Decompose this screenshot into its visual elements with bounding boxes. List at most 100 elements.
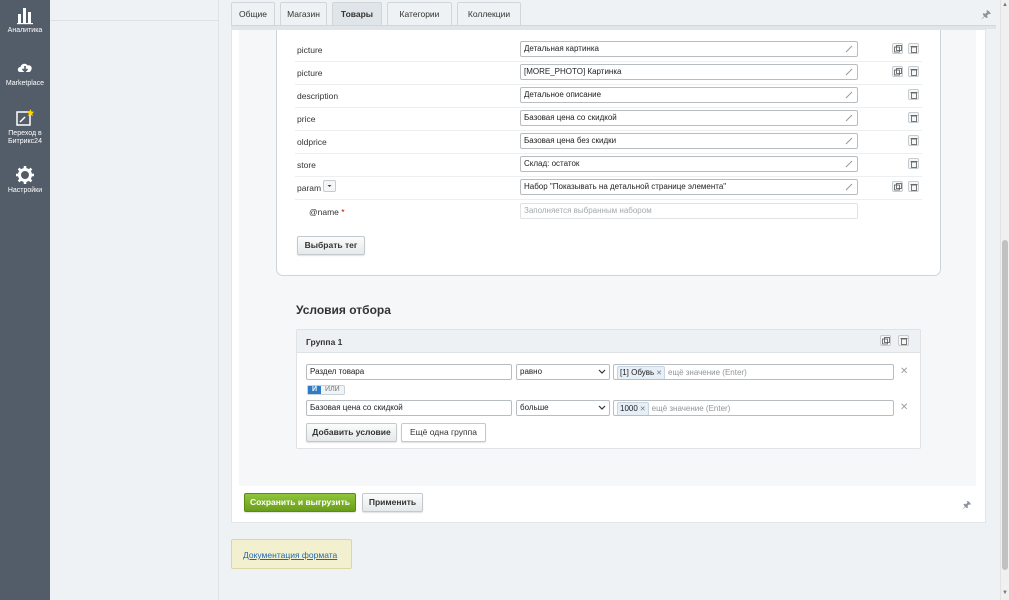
field-row: description Детальное описание xyxy=(295,85,922,108)
logic-and[interactable]: И xyxy=(308,386,322,394)
field-value-input: Заполняется выбранным набором xyxy=(520,203,858,219)
copy-button[interactable] xyxy=(892,181,903,192)
param-dropdown[interactable] xyxy=(323,180,336,192)
field-value: Склад: остаток xyxy=(524,159,580,168)
form-panel: picture Детальная картинка picture [MORE… xyxy=(231,29,986,523)
chevron-down-icon xyxy=(598,405,606,410)
trash-icon xyxy=(900,338,908,345)
field-value: Базовая цена со скидкой xyxy=(524,113,617,122)
doc-box: Документация формата xyxy=(231,539,352,569)
field-value-input[interactable]: Базовая цена без скидки xyxy=(520,133,858,149)
nav-label-marketplace: Marketplace xyxy=(5,80,45,87)
tab-categories[interactable]: Категории xyxy=(387,2,452,26)
remove-condition-icon[interactable]: ✕ xyxy=(900,402,908,413)
delete-button[interactable] xyxy=(908,112,919,123)
condition-operator-select[interactable]: больше xyxy=(516,400,610,416)
field-name: picture xyxy=(297,45,323,55)
cloud-download-icon xyxy=(17,63,32,73)
field-value-input[interactable]: Склад: остаток xyxy=(520,156,858,172)
field-value: Детальная картинка xyxy=(524,44,599,53)
operator-value: больше xyxy=(520,403,549,412)
form-section: picture Детальная картинка picture [MORE… xyxy=(239,30,976,486)
copy-button[interactable] xyxy=(892,43,903,54)
trash-icon xyxy=(910,161,918,168)
delete-button[interactable] xyxy=(908,158,919,169)
condition-values-input[interactable]: [1] Обувь ✕ ещё значение (Enter) xyxy=(613,364,894,380)
field-value: [MORE_PHOTO] Картинка xyxy=(524,67,622,76)
scrollbar[interactable]: ▲ ▼ xyxy=(1000,0,1009,600)
trash-icon xyxy=(910,138,918,145)
tag-label: 1000 xyxy=(620,404,638,413)
required-mark: * xyxy=(341,207,345,217)
tab-products[interactable]: Товары xyxy=(332,2,382,26)
nav-item-analytics[interactable]: Аналитика xyxy=(0,5,50,35)
field-value-input[interactable]: [MORE_PHOTO] Картинка xyxy=(520,64,858,80)
fields-mapping-box: picture Детальная картинка picture [MORE… xyxy=(276,30,941,276)
condition-values-input[interactable]: 1000 ✕ ещё значение (Enter) xyxy=(613,400,894,416)
save-and-export-button[interactable]: Сохранить и выгрузить xyxy=(244,493,356,512)
nav-item-bitrix24[interactable]: Переход в Битрикс24 xyxy=(0,108,50,146)
condition-field-input[interactable]: Раздел товара xyxy=(306,364,512,380)
trash-icon xyxy=(910,46,918,53)
condition-field-input[interactable]: Базовая цена со скидкой xyxy=(306,400,512,416)
scroll-thumb[interactable] xyxy=(1002,240,1008,570)
add-group-button[interactable]: Ещё одна группа xyxy=(401,423,486,442)
field-row: price Базовая цена со скидкой xyxy=(295,108,922,131)
pin-icon[interactable]: 🖈 xyxy=(962,498,971,515)
scroll-up-icon[interactable]: ▲ xyxy=(1002,2,1008,8)
condition-operator-select[interactable]: равно xyxy=(516,364,610,380)
pin-icon[interactable]: 🖈 xyxy=(981,6,991,21)
chevron-down-icon xyxy=(327,185,332,187)
delete-group-button[interactable] xyxy=(898,335,909,346)
field-name: price xyxy=(297,114,316,124)
field-row: picture Детальная картинка xyxy=(295,39,922,62)
copy-group-button[interactable] xyxy=(880,335,891,346)
apply-button[interactable]: Применить xyxy=(362,493,423,512)
documentation-link[interactable]: Документация формата xyxy=(243,550,337,560)
nav-item-marketplace[interactable]: Marketplace xyxy=(0,58,50,88)
trash-icon xyxy=(910,184,918,191)
field-value-input[interactable]: Базовая цена со скидкой xyxy=(520,110,858,126)
nav-label-settings: Настройки xyxy=(7,187,43,194)
gear-icon xyxy=(16,166,34,184)
field-value-input[interactable]: Детальная картинка xyxy=(520,41,858,57)
delete-button[interactable] xyxy=(908,181,919,192)
left-nav: Аналитика Marketplace Переход в Битрикс2… xyxy=(0,0,50,600)
tab-store[interactable]: Магазин xyxy=(280,2,327,26)
field-placeholder: Заполняется выбранным набором xyxy=(524,206,652,215)
nav-item-settings[interactable]: Настройки xyxy=(0,165,50,195)
trash-icon xyxy=(910,69,918,76)
trash-icon xyxy=(910,115,918,122)
pencil-icon xyxy=(845,45,853,53)
remove-condition-icon[interactable]: ✕ xyxy=(900,366,908,377)
add-condition-button[interactable]: Добавить условие xyxy=(306,423,397,442)
tab-collections[interactable]: Коллекции xyxy=(457,2,521,26)
delete-button[interactable] xyxy=(908,89,919,100)
conditions-title: Условия отбора xyxy=(296,303,391,317)
select-tag-button[interactable]: Выбрать тег xyxy=(297,236,365,255)
scroll-down-icon[interactable]: ▼ xyxy=(1002,590,1008,596)
field-value: Детальное описание xyxy=(524,90,602,99)
pencil-icon xyxy=(845,68,853,76)
bitrix24-star-icon xyxy=(16,109,35,126)
field-value: Базовая цена без скидки xyxy=(524,136,617,145)
nav-label-bitrix24: Переход в Битрикс24 xyxy=(8,130,42,145)
logic-toggle[interactable]: И ИЛИ xyxy=(307,385,345,395)
chevron-down-icon xyxy=(598,369,606,374)
field-name: description xyxy=(297,91,339,101)
tag-remove-icon[interactable]: ✕ xyxy=(656,370,662,377)
copy-button[interactable] xyxy=(892,66,903,77)
field-value-input[interactable]: Набор "Показывать на детальной странице … xyxy=(520,179,858,195)
delete-button[interactable] xyxy=(908,135,919,146)
copy-icon xyxy=(894,68,902,76)
field-row: oldprice Базовая цена без скидки xyxy=(295,131,922,154)
delete-button[interactable] xyxy=(908,66,919,77)
logic-or[interactable]: ИЛИ xyxy=(321,386,344,394)
field-row: param Набор "Показывать на детальной стр… xyxy=(295,177,922,200)
copy-icon xyxy=(894,183,902,191)
field-value-input[interactable]: Детальное описание xyxy=(520,87,858,103)
tab-general[interactable]: Общие xyxy=(231,2,275,26)
pencil-icon xyxy=(845,160,853,168)
tag-remove-icon[interactable]: ✕ xyxy=(640,406,646,413)
delete-button[interactable] xyxy=(908,43,919,54)
